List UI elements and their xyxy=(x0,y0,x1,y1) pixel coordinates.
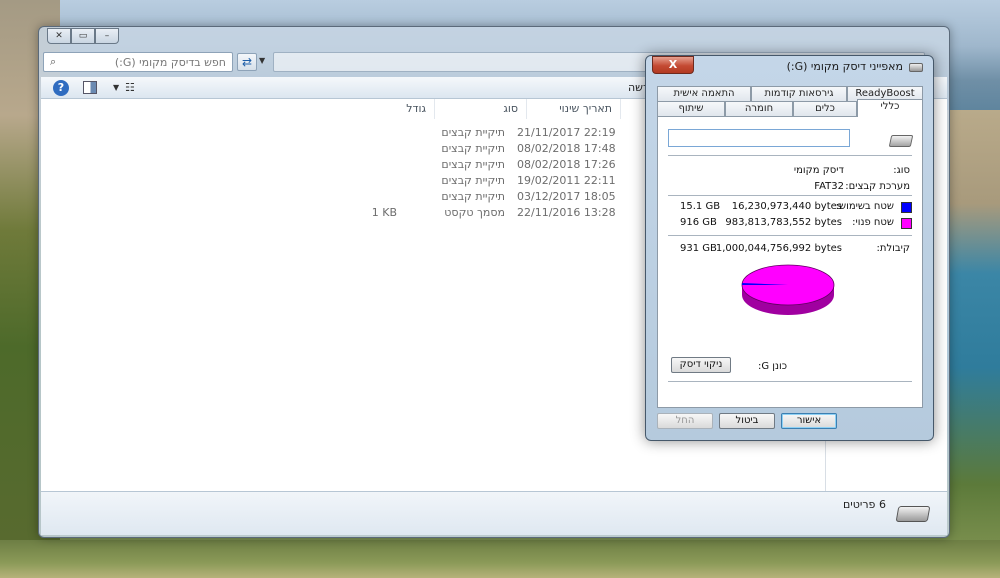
capacity-bytes: 1,000,044,756,992 bytes xyxy=(715,243,842,254)
tab-hardware[interactable]: חומרה xyxy=(725,101,793,117)
change-view-icon[interactable]: ☷ xyxy=(125,81,135,94)
file-type: תיקיית קבצים xyxy=(441,126,505,139)
close-icon: ✕ xyxy=(55,31,63,41)
divider xyxy=(668,235,912,236)
capacity-label: קיבולת: xyxy=(876,243,910,254)
minimize-window-button[interactable]: – xyxy=(95,28,119,44)
general-tab-panel: סוג: דיסק מקומי מערכת קבצים: FAT32 שטח ב… xyxy=(657,116,923,408)
file-type: מסמך טקסט xyxy=(444,206,505,219)
maximize-window-button[interactable]: ▭ xyxy=(71,28,95,44)
used-space-swatch xyxy=(901,202,912,213)
apply-button[interactable]: החל xyxy=(657,413,713,429)
volume-label-input[interactable] xyxy=(668,129,850,147)
chevron-down-icon: ▼ xyxy=(259,56,266,65)
search-placeholder: חפש בדיסק מקומי (G:) xyxy=(114,55,226,69)
close-window-button[interactable]: ✕ xyxy=(47,28,71,44)
free-space-swatch xyxy=(901,218,912,229)
window-controls: ✕ ▭ – xyxy=(47,28,119,44)
file-date: 08/02/2018 17:48 xyxy=(517,142,616,155)
divider xyxy=(668,155,912,156)
file-size: 1 KB xyxy=(371,206,397,219)
view-options-chevron-icon[interactable]: ▼ xyxy=(113,83,119,92)
file-system-label: מערכת קבצים: xyxy=(845,181,910,192)
used-space-gb: 15.1 GB xyxy=(680,201,721,212)
drive-letter-label: כונן G: xyxy=(758,361,788,372)
file-system-value: FAT32 xyxy=(814,181,844,192)
disk-usage-pie-chart xyxy=(738,263,838,319)
tab-previous-versions[interactable]: גירסאות קודמות xyxy=(751,86,847,102)
address-history-dropdown[interactable]: ▼ xyxy=(259,56,269,70)
cancel-button[interactable]: ביטול xyxy=(719,413,775,429)
file-date: 03/12/2017 18:05 xyxy=(517,190,616,203)
divider xyxy=(668,195,912,196)
drive-icon xyxy=(895,506,931,522)
column-header-type[interactable]: סוג xyxy=(435,99,527,119)
drive-properties-dialog: X מאפייני דיסק מקומי (G:) ReadyBoost גיר… xyxy=(645,55,934,441)
tab-sharing[interactable]: שיתוף xyxy=(657,101,725,117)
help-icon[interactable]: ? xyxy=(53,80,69,96)
minimize-icon: – xyxy=(104,31,110,41)
tab-customize[interactable]: התאמה אישית xyxy=(657,86,751,102)
ok-button[interactable]: אישור xyxy=(781,413,837,429)
refresh-icon: ⇄ xyxy=(241,55,253,69)
search-input[interactable]: ⌕ חפש בדיסק מקומי (G:) xyxy=(43,52,233,72)
column-header-size[interactable]: גודל xyxy=(373,99,435,119)
free-space-gb: 916 GB xyxy=(680,217,717,228)
file-type: תיקיית קבצים xyxy=(441,174,505,187)
file-date: 08/02/2018 17:26 xyxy=(517,158,616,171)
search-icon: ⌕ xyxy=(50,55,57,68)
file-row[interactable]: תיקיית קבצים 08/02/2018 17:48 xyxy=(41,141,621,157)
disk-cleanup-button[interactable]: ניקוי דיסק xyxy=(671,357,731,373)
free-space-bytes: 983,813,783,552 bytes xyxy=(725,217,842,228)
desktop-background-bottom xyxy=(0,540,1000,578)
file-type: תיקיית קבצים xyxy=(441,158,505,171)
file-date: 21/11/2017 22:19 xyxy=(517,126,616,139)
type-value: דיסק מקומי xyxy=(793,165,844,176)
refresh-button[interactable]: ⇄ xyxy=(237,53,257,71)
column-header-date[interactable]: תאריך שינוי xyxy=(527,99,621,119)
dialog-title: מאפייני דיסק מקומי (G:) xyxy=(786,60,903,73)
file-row[interactable]: תיקיית קבצים 03/12/2017 18:05 xyxy=(41,189,621,205)
capacity-gb: 931 GB xyxy=(680,243,717,254)
tab-general[interactable]: כללי xyxy=(857,99,923,117)
file-date: 22/11/2016 13:28 xyxy=(517,206,616,219)
file-row[interactable]: 1 KB מסמך טקסט 22/11/2016 13:28 xyxy=(41,205,621,221)
preview-pane-icon[interactable] xyxy=(83,81,97,94)
drive-icon xyxy=(888,135,914,147)
maximize-icon: ▭ xyxy=(78,31,88,41)
file-type: תיקיית קבצים xyxy=(441,142,505,155)
drive-title-icon xyxy=(909,63,923,72)
file-row[interactable]: תיקיית קבצים 19/02/2011 22:11 xyxy=(41,173,621,189)
file-row[interactable]: תיקיית קבצים 08/02/2018 17:26 xyxy=(41,157,621,173)
file-type: תיקיית קבצים xyxy=(441,190,505,203)
item-count: 6 פריטים xyxy=(843,498,886,511)
tab-tools[interactable]: כלים xyxy=(793,101,857,117)
type-label: סוג: xyxy=(893,165,910,176)
used-space-bytes: 16,230,973,440 bytes xyxy=(731,201,842,212)
used-space-label: שטח בשימוש: xyxy=(835,201,894,212)
file-date: 19/02/2011 22:11 xyxy=(517,174,616,187)
file-row[interactable]: תיקיית קבצים 21/11/2017 22:19 xyxy=(41,125,621,141)
free-space-label: שטח פנוי: xyxy=(852,217,894,228)
divider xyxy=(668,381,912,382)
dialog-close-button[interactable]: X xyxy=(652,56,694,74)
status-bar: 6 פריטים xyxy=(41,491,947,535)
